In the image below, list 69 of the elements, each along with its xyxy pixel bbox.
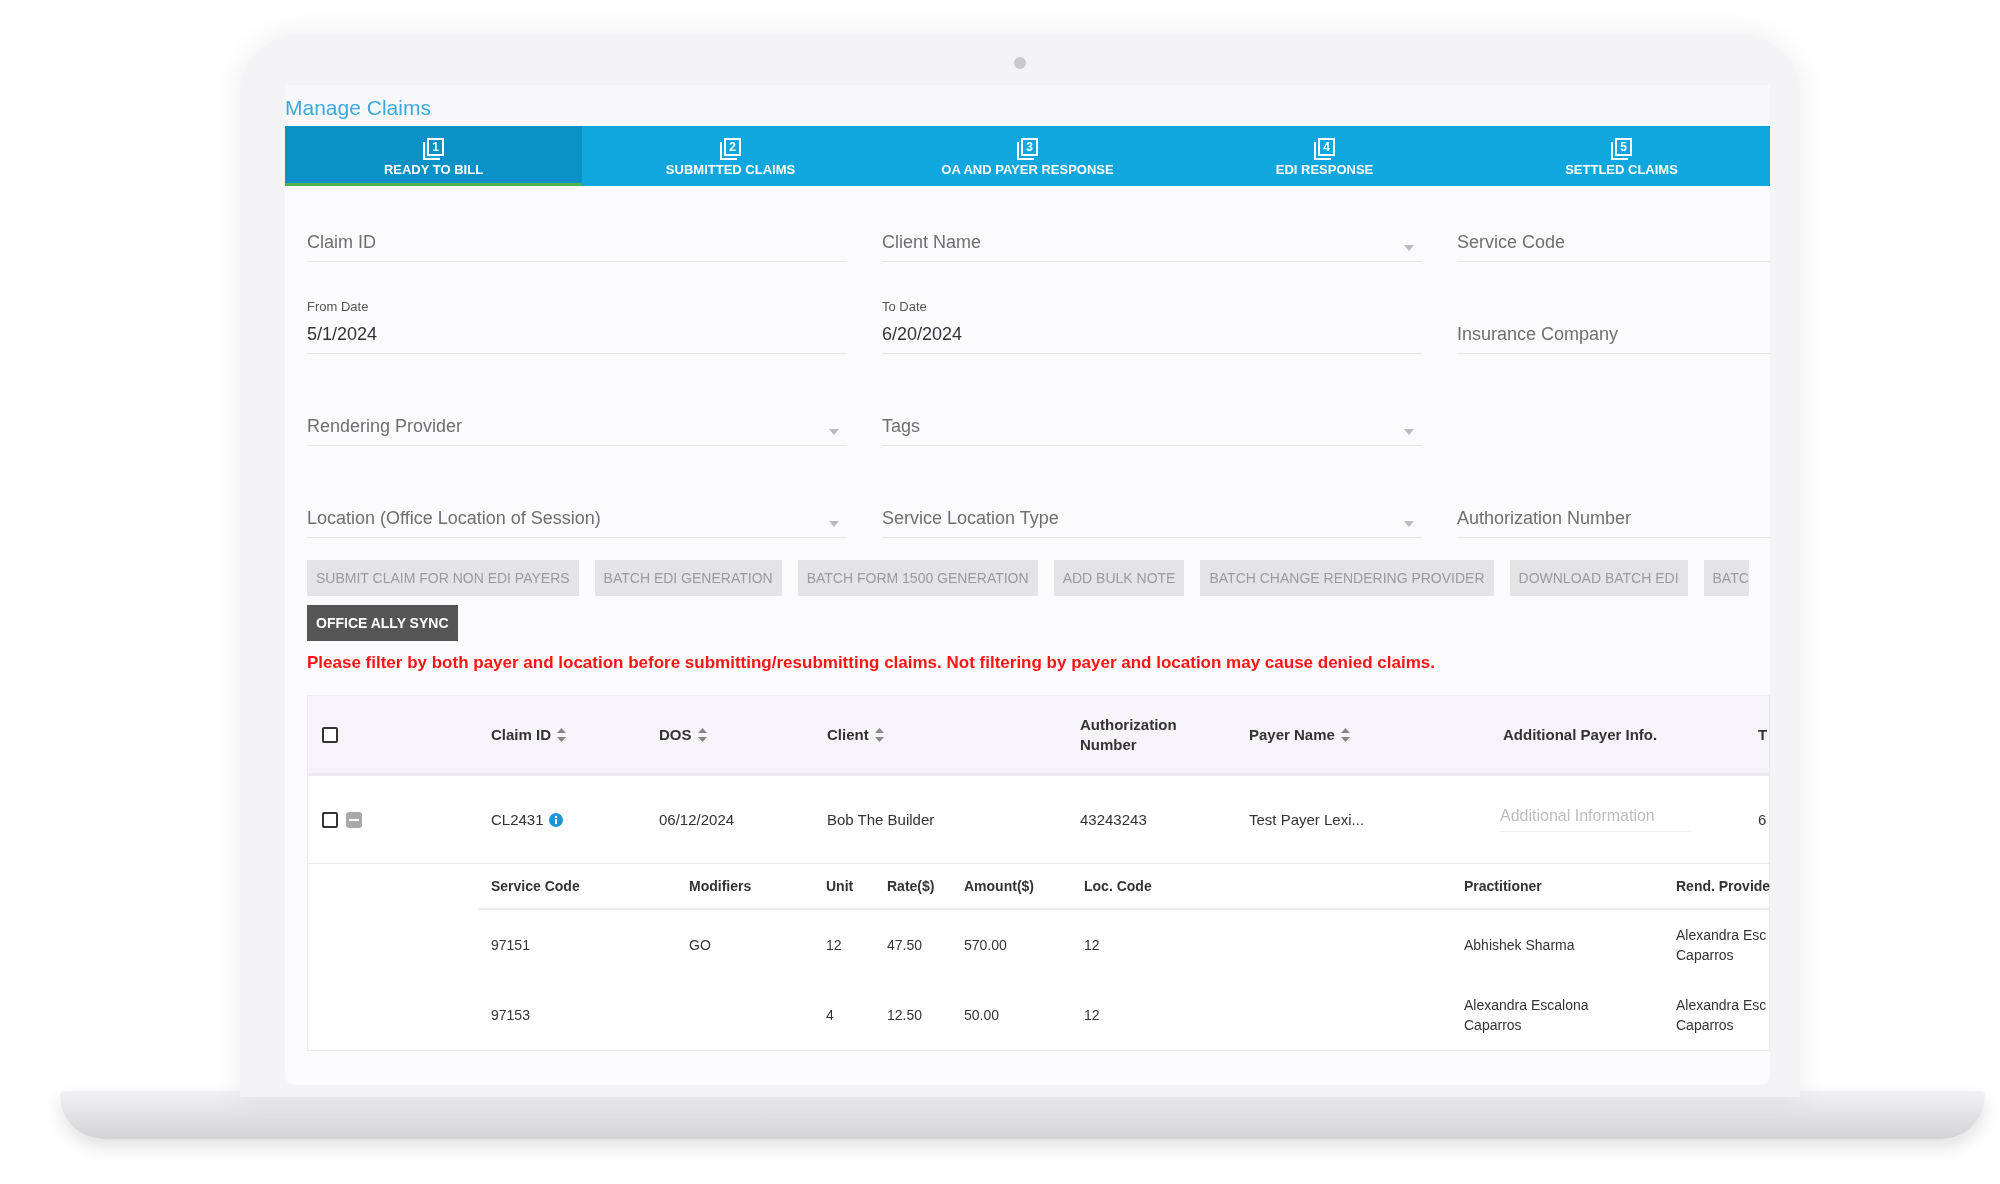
table-cell-text: 97153: [490, 1006, 530, 1025]
select-field[interactable]: Rendering Provider: [307, 370, 847, 446]
column-header: Modifiers: [688, 878, 752, 894]
caret-icon: [1404, 521, 1414, 527]
select-all-checkbox[interactable]: [322, 726, 338, 743]
info-icon[interactable]: [548, 812, 563, 827]
column-header: T: [1757, 724, 1768, 745]
input-field[interactable]: From Date 5/1/2024: [307, 278, 847, 354]
column-header: Unit: [825, 878, 854, 894]
select-field[interactable]: Service Location Type: [882, 462, 1422, 538]
table-cell-text: 97151: [490, 936, 530, 955]
sort-icon[interactable]: [697, 727, 707, 742]
caret-icon: [1404, 429, 1414, 435]
tab[interactable]: 3 OA AND PAYER RESPONSE: [879, 126, 1176, 186]
sort-icon[interactable]: [1340, 727, 1350, 742]
input-field[interactable]: Insurance Company: [1457, 278, 1770, 354]
column-header[interactable]: Claim ID: [488, 724, 566, 745]
row-checkbox[interactable]: [322, 811, 338, 828]
table-cell-text: 570.00: [963, 936, 1007, 955]
select-field[interactable]: Client Name: [882, 186, 1422, 262]
column-header[interactable]: Payer Name: [1246, 724, 1350, 745]
warning-message: Please filter by both payer and location before submitting/resubmitting claims. Not filtering by payer and location may cause denied claims.: [307, 653, 1436, 673]
tab[interactable]: 4 EDI RESPONSE: [1176, 126, 1473, 186]
camera-dot: [1014, 57, 1026, 69]
table-cell-text: Alexandra Escalona Caparros: [1463, 996, 1589, 1035]
column-header: Practitioner: [1463, 878, 1542, 894]
column-header[interactable]: Client: [824, 724, 884, 745]
sort-icon[interactable]: [557, 727, 566, 742]
tab[interactable]: 1 READY TO BILL: [285, 126, 582, 186]
column-header: Authorization Number: [1079, 714, 1177, 755]
sort-icon[interactable]: [874, 727, 884, 742]
tab[interactable]: 5 SETTLED CLAIMS: [1473, 126, 1770, 186]
column-header: Rate($): [886, 878, 935, 894]
input-field[interactable]: Service Code: [1457, 186, 1770, 262]
column-header: Additional Payer Info.: [1502, 724, 1658, 745]
table-cell: CL2431: [488, 811, 563, 828]
select-field[interactable]: Tags: [882, 370, 1422, 446]
table-cell-text: 12: [825, 936, 842, 955]
table-cell-text: Alexandra Esc Caparros: [1675, 926, 1767, 965]
sync-button[interactable]: OFFICE ALLY SYNC: [307, 605, 458, 641]
table-cell-text: 43243243: [1079, 811, 1147, 828]
table-cell-text: 6: [1757, 811, 1767, 828]
column-header: Amount($): [963, 878, 1034, 894]
select-field[interactable]: Location (Office Location of Session): [307, 462, 847, 538]
column-header: Rend. Provide: [1675, 878, 1770, 894]
table-cell-text: Test Payer Lexi...: [1248, 811, 1365, 828]
table-cell-text: Abhishek Sharma: [1463, 936, 1575, 955]
input-field[interactable]: Claim ID: [307, 186, 847, 262]
tab[interactable]: 2 SUBMITTED CLAIMS: [582, 126, 879, 186]
table-cell-text: 12.50: [886, 1006, 923, 1025]
table-cell-text: 06/12/2024: [658, 811, 735, 828]
table-cell-text: Alexandra Esc Caparros: [1675, 996, 1767, 1035]
table-cell-text: 50.00: [963, 1006, 1000, 1025]
table-cell-text: 4: [825, 1006, 834, 1025]
input-field[interactable]: Authorization Number: [1457, 462, 1770, 538]
table-cell-text: 12: [1083, 936, 1100, 955]
collapse-icon[interactable]: [346, 811, 362, 828]
table-cell-text: Bob The Builder: [826, 811, 935, 828]
input-field[interactable]: To Date 6/20/2024: [882, 278, 1422, 354]
table-cell-text: 47.50: [886, 936, 923, 955]
table-cell-text: GO: [688, 936, 711, 955]
column-header: Loc. Code: [1083, 878, 1152, 894]
column-header[interactable]: DOS: [656, 724, 707, 745]
caret-icon: [829, 521, 839, 527]
column-header: Service Code: [490, 878, 580, 894]
page-title: Manage Claims: [285, 94, 432, 121]
table-cell-text: 12: [1083, 1006, 1100, 1025]
caret-icon: [1404, 245, 1414, 251]
caret-icon: [829, 429, 839, 435]
